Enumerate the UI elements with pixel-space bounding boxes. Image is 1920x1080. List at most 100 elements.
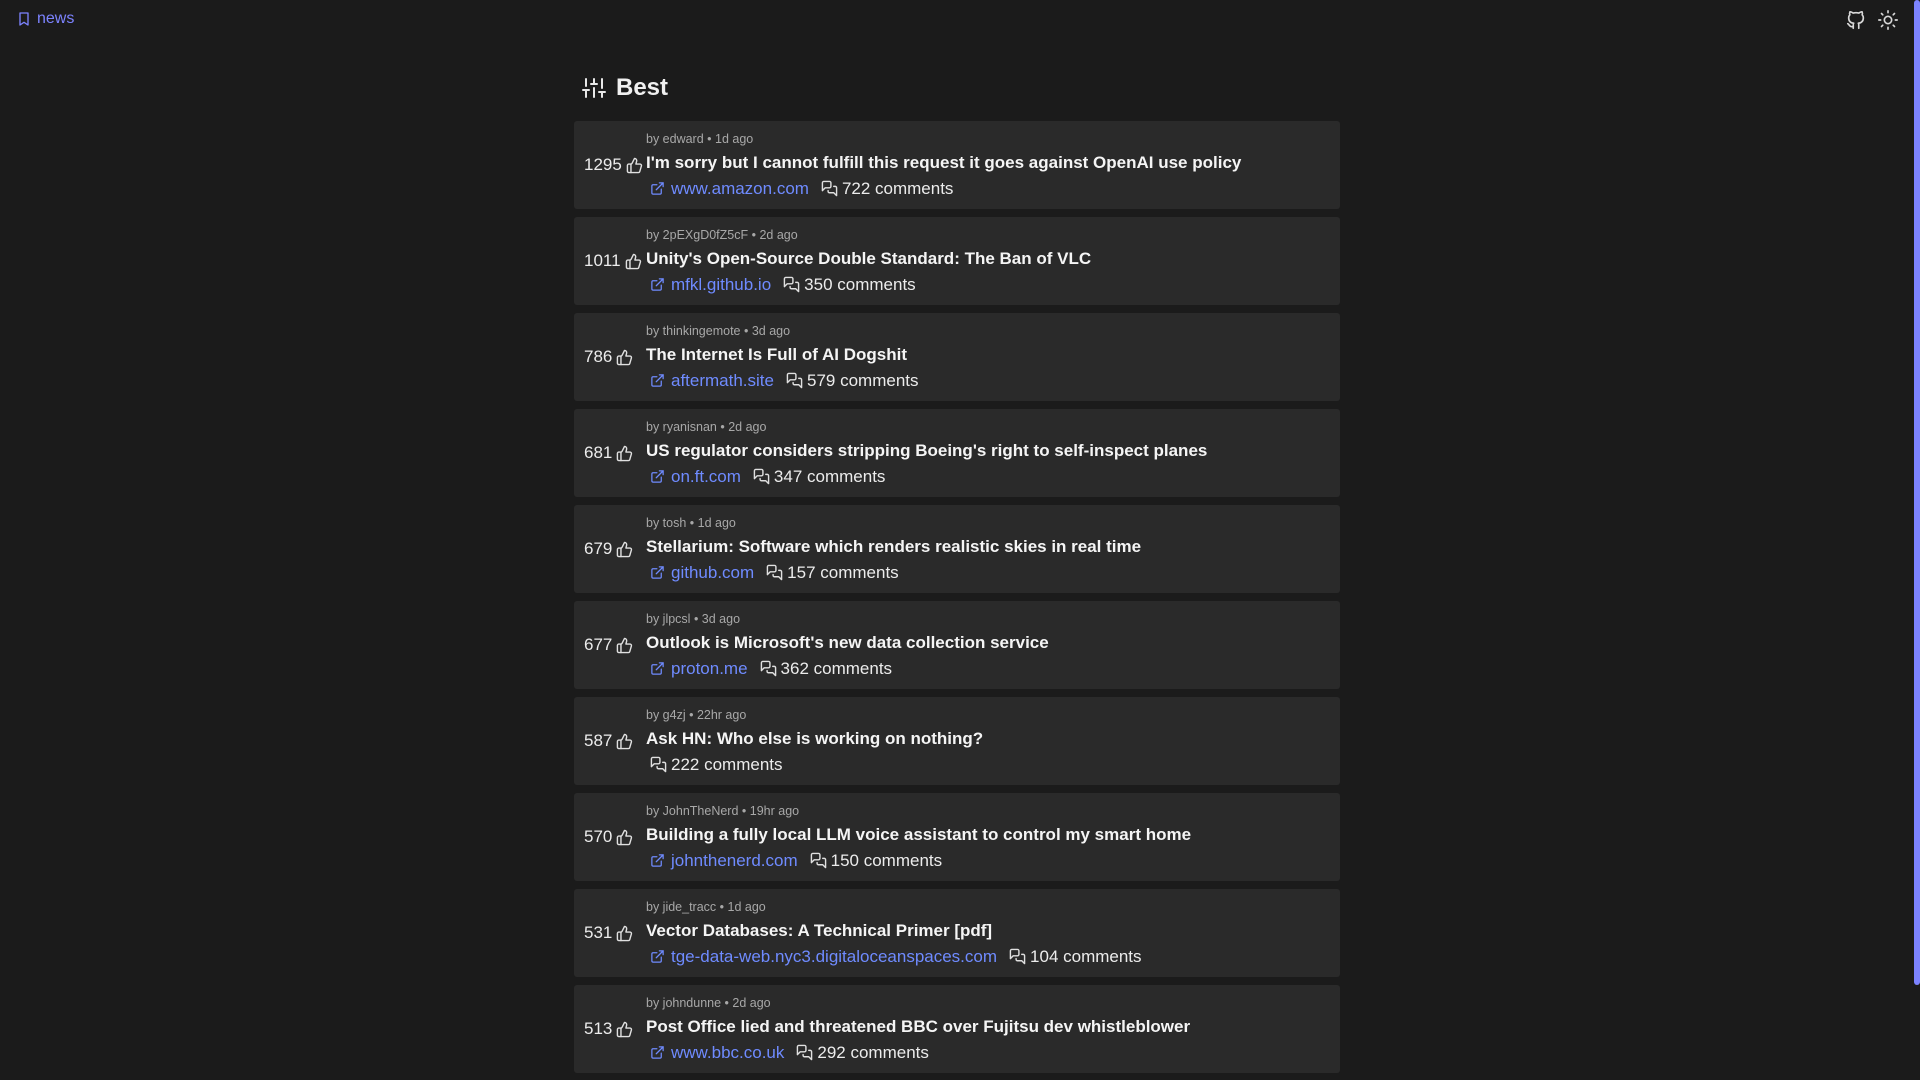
story-meta: by tosh • 1d ago — [646, 515, 736, 530]
story-age: 2d ago — [732, 995, 771, 1010]
external-link-icon — [651, 374, 664, 387]
story-domain: proton.me — [671, 658, 748, 678]
story-title[interactable]: Unity's Open-Source Double Standard: The… — [646, 249, 1091, 269]
story-content: by 2pEXgD0fZ5cF • 2d ago Unity's Open-So… — [646, 228, 1091, 295]
github-button[interactable] — [1844, 8, 1868, 32]
story-age: 19hr ago — [749, 803, 800, 818]
external-link-icon — [651, 470, 664, 483]
story-domain-link[interactable]: github.com — [650, 563, 754, 583]
theme-toggle-button[interactable] — [1876, 8, 1900, 32]
story-author[interactable]: by thinkingemote — [646, 324, 741, 338]
story-score: 531 — [584, 923, 646, 943]
story-item: 681 by ryanisnan • 2d ago US regulator c… — [574, 409, 1340, 497]
story-domain-link[interactable]: www.bbc.co.uk — [650, 1043, 784, 1063]
comments-icon — [783, 276, 800, 293]
comment-count: 350 comments — [804, 274, 916, 294]
story-title[interactable]: Stellarium: Software which renders reali… — [646, 537, 1141, 557]
external-link-icon — [651, 950, 664, 963]
story-author[interactable]: by johndunne — [646, 996, 721, 1010]
story-domain-link[interactable]: tge-data-web.nyc3.digitaloceanspaces.com — [650, 947, 997, 967]
story-comments-link[interactable]: 292 comments — [796, 1043, 929, 1063]
story-age: 22hr ago — [696, 707, 747, 722]
story-age: 1d ago — [715, 131, 754, 146]
story-comments-link[interactable]: 579 comments — [786, 371, 919, 391]
story-item: 679 by tosh • 1d ago Stellarium: Softwar… — [574, 505, 1340, 593]
story-domain-link[interactable]: www.amazon.com — [650, 179, 809, 199]
story-author[interactable]: by edward — [646, 132, 704, 146]
story-age: 1d ago — [727, 899, 766, 914]
scrollbar-thumb[interactable] — [1914, 0, 1920, 985]
story-title[interactable]: Outlook is Microsoft's new data collecti… — [646, 633, 1049, 653]
story-comments-link[interactable]: 347 comments — [753, 467, 885, 487]
comments-icon — [753, 468, 770, 485]
story-comments-link[interactable]: 350 comments — [783, 275, 916, 295]
thumbs-up-icon[interactable] — [616, 925, 633, 942]
top-bar: news — [0, 0, 1910, 40]
thumbs-up-icon[interactable] — [626, 157, 643, 174]
thumbs-up-icon[interactable] — [616, 445, 633, 462]
home-link[interactable]: news — [16, 10, 74, 28]
story-comments-link[interactable]: 157 comments — [766, 563, 899, 583]
story-score: 570 — [584, 827, 646, 847]
story-comments-link[interactable]: 222 comments — [650, 755, 783, 775]
thumbs-up-icon[interactable] — [616, 829, 633, 846]
score-value: 570 — [584, 827, 613, 846]
score-value: 587 — [584, 731, 613, 750]
story-author[interactable]: by g4zj — [646, 708, 686, 722]
page-title: Best — [616, 74, 669, 101]
story-author[interactable]: by 2pEXgD0fZ5cF — [646, 228, 748, 242]
story-domain-link[interactable]: johnthenerd.com — [650, 851, 798, 871]
comment-count: 579 comments — [807, 370, 919, 390]
thumbs-up-icon[interactable] — [616, 637, 633, 654]
story-content: by edward • 1d ago I'm sorry but I canno… — [646, 132, 1241, 199]
comment-count: 104 comments — [1030, 946, 1142, 966]
story-comments-link[interactable]: 104 comments — [1009, 947, 1142, 967]
comments-icon — [821, 180, 838, 197]
story-domain: on.ft.com — [671, 466, 741, 486]
comment-count: 292 comments — [817, 1042, 929, 1062]
story-content: by johndunne • 2d ago Post Office lied a… — [646, 996, 1190, 1063]
thumbs-up-icon[interactable] — [616, 349, 633, 366]
comment-count: 150 comments — [830, 850, 943, 870]
story-domain-link[interactable]: aftermath.site — [650, 371, 774, 391]
story-domain: johnthenerd.com — [671, 850, 798, 870]
story-content: by thinkingemote • 3d ago The Internet I… — [646, 324, 919, 391]
story-links: mfkl.github.io 350 comments — [646, 275, 1091, 295]
story-comments-link[interactable]: 362 comments — [760, 659, 892, 679]
score-value: 1011 — [584, 251, 621, 270]
story-author[interactable]: by JohnTheNerd — [646, 804, 738, 818]
newspaper-icon — [19, 12, 29, 26]
thumbs-up-icon[interactable] — [616, 541, 633, 558]
story-title[interactable]: Post Office lied and threatened BBC over… — [646, 1017, 1190, 1037]
story-title[interactable]: I'm sorry but I cannot fulfill this requ… — [646, 153, 1241, 173]
thumbs-up-icon[interactable] — [616, 733, 633, 750]
story-links: tge-data-web.nyc3.digitaloceanspaces.com… — [646, 947, 1142, 967]
story-item: 786 by thinkingemote • 3d ago The Intern… — [574, 313, 1340, 401]
story-title[interactable]: US regulator considers stripping Boeing'… — [646, 441, 1207, 461]
story-links: proton.me 362 comments — [646, 659, 1049, 679]
story-author[interactable]: by jlpcsl — [646, 612, 690, 626]
thumbs-up-icon[interactable] — [616, 1021, 633, 1038]
story-title[interactable]: The Internet Is Full of AI Dogshit — [646, 345, 919, 365]
thumbs-up-icon[interactable] — [625, 253, 642, 270]
story-domain: github.com — [671, 562, 755, 582]
story-title[interactable]: Building a fully local LLM voice assista… — [646, 825, 1191, 845]
story-score: 587 — [584, 731, 646, 751]
story-age: 3d ago — [701, 611, 741, 626]
story-age: 2d ago — [759, 227, 798, 242]
story-comments-link[interactable]: 722 comments — [821, 179, 953, 199]
story-title[interactable]: Vector Databases: A Technical Primer [pd… — [646, 921, 1142, 941]
story-title[interactable]: Ask HN: Who else is working on nothing? — [646, 729, 983, 749]
story-content: by jlpcsl • 3d ago Outlook is Microsoft'… — [646, 612, 1049, 679]
story-domain-link[interactable]: on.ft.com — [650, 467, 741, 487]
story-comments-link[interactable]: 150 comments — [810, 850, 943, 871]
story-domain-link[interactable]: mfkl.github.io — [650, 275, 771, 295]
story-author[interactable]: by ryanisnan — [646, 420, 717, 434]
story-meta: by johndunne • 2d ago — [646, 995, 771, 1010]
story-domain-link[interactable]: proton.me — [650, 659, 748, 679]
story-author[interactable]: by jide_tracc — [646, 900, 716, 914]
comments-icon — [786, 372, 803, 389]
score-value: 681 — [584, 443, 613, 462]
story-meta: by jlpcsl • 3d ago — [646, 611, 741, 626]
story-author[interactable]: by tosh — [646, 516, 686, 530]
